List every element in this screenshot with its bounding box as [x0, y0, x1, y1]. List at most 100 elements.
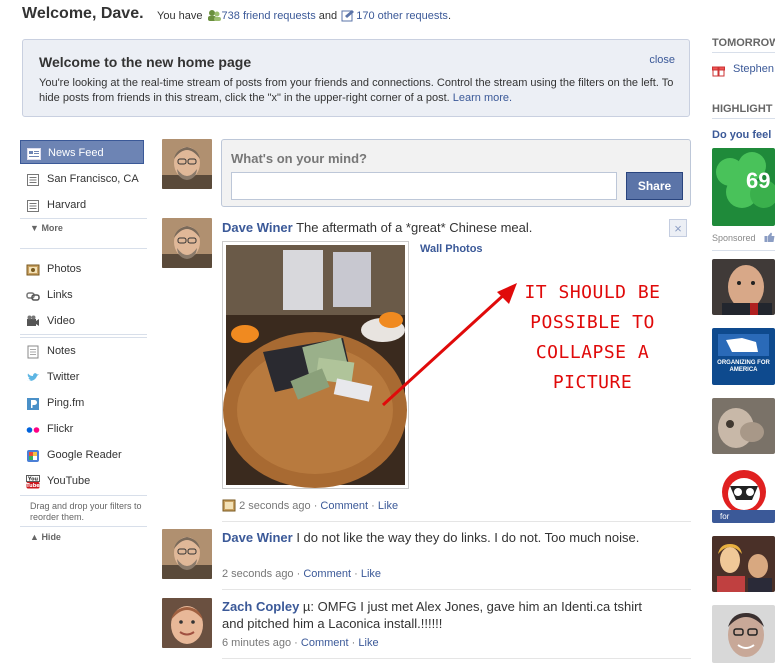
like-link[interactable]: Like [378, 500, 398, 512]
post-author-link[interactable]: Zach Copley [222, 599, 299, 614]
separator: · [296, 568, 301, 580]
period: . [447, 10, 451, 22]
sidebar-item-label: Twitter [47, 371, 80, 383]
welcome-box-body: You're looking at the real-time stream o… [39, 76, 679, 106]
separator: · [313, 500, 318, 512]
post-author-avatar[interactable] [162, 598, 212, 648]
highlight-photo-5[interactable] [712, 536, 775, 592]
sidebar-item-google-reader[interactable]: Google Reader [20, 443, 144, 467]
my-avatar[interactable] [162, 139, 212, 189]
sidebar-item-photos[interactable]: Photos [20, 257, 144, 281]
sidebar-item-san-francisco[interactable]: San Francisco, CA [20, 167, 144, 191]
chevron-up-icon: ▲ [30, 532, 39, 542]
separator: · [354, 568, 358, 580]
highlight-photo-3[interactable] [712, 398, 775, 454]
video-icon [26, 314, 40, 328]
ad-title-link[interactable]: Do you feel [712, 129, 771, 141]
like-thumb-icon[interactable] [764, 232, 775, 246]
post-author-link[interactable]: Dave Winer [222, 530, 293, 545]
separator: · [294, 637, 298, 649]
post-body: Dave Winer The aftermath of a *great* Ch… [222, 219, 662, 236]
birthday-link[interactable]: Stephen [733, 63, 774, 75]
more-label: More [41, 223, 63, 233]
sidebar-item-label: Google Reader [47, 449, 122, 461]
ad-image[interactable]: 69 [712, 148, 775, 226]
gift-icon [712, 64, 725, 80]
comment-link[interactable]: Comment [320, 500, 368, 512]
post-body: Dave Winer I do not like the way they do… [222, 529, 662, 546]
status-prompt: What's on your mind? [231, 151, 367, 166]
annotation-line: COLLAPSE A [535, 342, 650, 363]
welcome-box: Welcome to the new home page close You'r… [22, 39, 690, 117]
separator: · [371, 500, 375, 512]
welcome-close-link[interactable]: close [649, 54, 675, 66]
comment-link[interactable]: Comment [301, 637, 349, 649]
post-divider [222, 521, 691, 522]
network-icon [26, 172, 40, 186]
remove-post-button[interactable]: × [669, 219, 687, 237]
other-requests-icon [341, 9, 355, 25]
annotation-line: POSSIBLE TO [530, 312, 655, 333]
other-requests-link[interactable]: 170 other requests [356, 10, 448, 22]
status-input[interactable] [231, 172, 617, 200]
sidebar-item-notes[interactable]: Notes [20, 339, 144, 363]
sidebar-item-label: San Francisco, CA [47, 173, 139, 185]
post-meta: 2 seconds ago · Comment · Like [222, 568, 381, 580]
highlight-photo-2[interactable]: ORGANIZING FOR AMERICA [712, 328, 775, 385]
sidebar-item-video[interactable]: Video [20, 309, 144, 333]
sidebar-item-ping-fm[interactable]: Ping.fm [20, 391, 144, 415]
friend-requests-link[interactable]: 738 friend requests [222, 10, 316, 22]
links-icon [26, 288, 40, 302]
highlight-photo-4[interactable]: for [712, 466, 775, 523]
sidebar-item-harvard[interactable]: Harvard [20, 193, 144, 217]
sidebar-item-news-feed[interactable]: News Feed [20, 140, 144, 164]
sidebar-item-label: Flickr [47, 423, 74, 435]
post-meta: 2 seconds ago · Comment · Like [222, 499, 398, 515]
photo-small-icon [222, 499, 236, 515]
google-reader-icon [26, 448, 40, 462]
photos-icon [26, 262, 40, 276]
like-link[interactable]: Like [358, 637, 378, 649]
friend-requests-icon [207, 9, 221, 25]
sidebar-divider [20, 334, 147, 335]
more-filters-link[interactable]: ▼ More [30, 223, 63, 233]
requests-summary: You have 738 friend requests and 170 oth… [157, 9, 451, 25]
sidebar-item-youtube[interactable]: You Tube YouTube [20, 469, 144, 493]
sidebar-item-label: Ping.fm [47, 397, 85, 409]
share-button[interactable]: Share [626, 172, 683, 200]
flickr-icon [26, 422, 40, 436]
sidebar-divider [20, 337, 147, 338]
highlight-photo-1[interactable] [712, 259, 775, 315]
sidebar-item-twitter[interactable]: Twitter [20, 365, 144, 389]
post-author-avatar[interactable] [162, 529, 212, 579]
wall-photos-link[interactable]: Wall Photos [420, 243, 483, 255]
svg-text:Tube: Tube [26, 483, 40, 489]
welcome-title: Welcome, Dave. [22, 5, 144, 22]
separator: · [351, 637, 356, 649]
sidebar-item-label: YouTube [47, 475, 91, 487]
news-feed-icon [27, 146, 41, 160]
sidebar-item-links[interactable]: Links [20, 283, 144, 307]
sidebar-item-flickr[interactable]: Flickr [20, 417, 144, 441]
sponsored-label: Sponsored [712, 233, 756, 243]
you-have-label: You have [157, 10, 203, 22]
right-divider [712, 52, 775, 53]
sidebar-divider [20, 218, 147, 219]
right-divider [712, 250, 775, 251]
pingfm-icon [26, 396, 40, 410]
post-divider [222, 589, 691, 590]
post-author-avatar[interactable] [162, 218, 212, 268]
sidebar-item-label: Harvard [47, 199, 87, 211]
sidebar-item-label: News Feed [48, 147, 104, 159]
post-time: 2 seconds ago [239, 500, 311, 512]
hide-filters-link[interactable]: ▲ Hide [30, 532, 61, 542]
highlight-photo-6[interactable] [712, 605, 775, 663]
post-author-link[interactable]: Dave Winer [222, 220, 293, 235]
comment-link[interactable]: Comment [303, 568, 351, 580]
like-link[interactable]: Like [361, 568, 381, 580]
sidebar-divider [20, 495, 147, 496]
svg-text:You: You [27, 477, 39, 483]
learn-more-link[interactable]: Learn more. [453, 92, 512, 104]
post-divider [222, 658, 691, 659]
drag-hint: Drag and drop your filters to reorder th… [30, 501, 142, 522]
